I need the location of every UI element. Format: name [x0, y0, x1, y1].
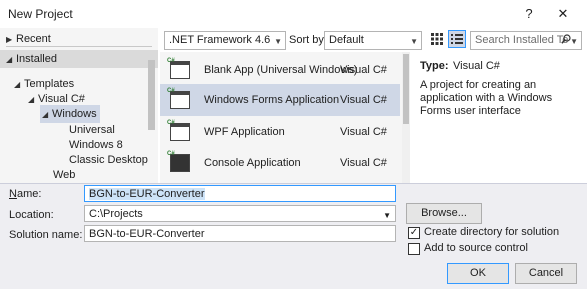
cancel-button[interactable]: Cancel	[515, 263, 577, 284]
ok-button[interactable]: OK	[447, 263, 509, 284]
name-label: Name:	[9, 188, 42, 200]
expanded-arrow-icon: ◢	[28, 95, 35, 104]
console-app-icon: C#	[167, 151, 190, 172]
expanded-arrow-icon: ◢	[42, 110, 49, 119]
list-view-icon[interactable]	[448, 30, 466, 48]
template-tree: ▶ Recent ◢ Installed ◢ Templates ◢ Visual C#…	[0, 28, 158, 183]
chevron-down-icon: ▼	[570, 37, 578, 46]
chevron-down-icon: ▼	[410, 37, 418, 46]
list-item[interactable]: C# Blank App (Universal Windows) Visual …	[160, 54, 400, 86]
create-directory-checkbox[interactable]: ✓	[408, 227, 420, 239]
wpf-app-icon: C#	[167, 120, 190, 141]
framework-select[interactable]: .NET Framework 4.6 ▼	[164, 31, 286, 50]
source-control-checkbox[interactable]	[408, 243, 420, 255]
grid-view-icon[interactable]	[430, 32, 444, 46]
chevron-down-icon: ▼	[274, 37, 282, 46]
filter-bar: .NET Framework 4.6 ▼ Sort by: Default ▼ Se…	[160, 28, 587, 52]
windows-forms-icon: C#	[167, 88, 190, 109]
tree-item-web[interactable]: Web	[53, 166, 75, 184]
universal-app-icon: C#	[167, 58, 190, 79]
source-control-label: Add to source control	[424, 242, 528, 254]
sort-label: Sort by:	[289, 34, 327, 46]
chevron-down-icon: ▼	[383, 211, 391, 220]
type-label: Type:	[420, 60, 449, 72]
search-input[interactable]: Search Installed Te ▼	[470, 31, 582, 50]
location-label: Location:	[9, 209, 54, 221]
location-field[interactable]: C:\Projects ▼	[84, 205, 396, 222]
template-description: A project for creating an application wi…	[420, 79, 553, 117]
tree-scrollbar-thumb[interactable]	[148, 60, 155, 130]
tree-divider	[6, 46, 152, 47]
list-scrollbar-thumb[interactable]	[403, 54, 409, 124]
details-pane: Type: Visual C# A project for creating a…	[412, 52, 587, 183]
create-directory-label: Create directory for solution	[424, 226, 560, 238]
name-field[interactable]: BGN-to-EUR-Converter	[84, 185, 396, 202]
help-button[interactable]: ?	[519, 4, 539, 24]
solution-name-field[interactable]: BGN-to-EUR-Converter	[84, 225, 396, 242]
type-value: Visual C#	[453, 60, 500, 72]
title-bar	[0, 0, 587, 28]
expanded-arrow-icon: ◢	[14, 80, 21, 89]
browse-button[interactable]: Browse...	[406, 203, 482, 224]
solution-name-label: Solution name:	[9, 229, 83, 241]
tree-item-classic-desktop[interactable]: Classic Desktop	[69, 151, 148, 169]
list-item[interactable]: C# Console Application Visual C#	[160, 147, 400, 179]
template-list: C# Blank App (Universal Windows) Visual …	[160, 52, 404, 183]
list-item[interactable]: C# WPF Application Visual C#	[160, 116, 400, 148]
sort-select[interactable]: Default ▼	[324, 31, 422, 50]
close-button[interactable]: ✕	[552, 4, 574, 24]
window-title: New Project	[8, 7, 73, 21]
expanded-arrow-icon: ◢	[6, 55, 13, 64]
tree-item-installed[interactable]: ◢ Installed	[0, 50, 158, 68]
list-item[interactable]: C# Windows Forms Application Visual C#	[160, 84, 400, 116]
